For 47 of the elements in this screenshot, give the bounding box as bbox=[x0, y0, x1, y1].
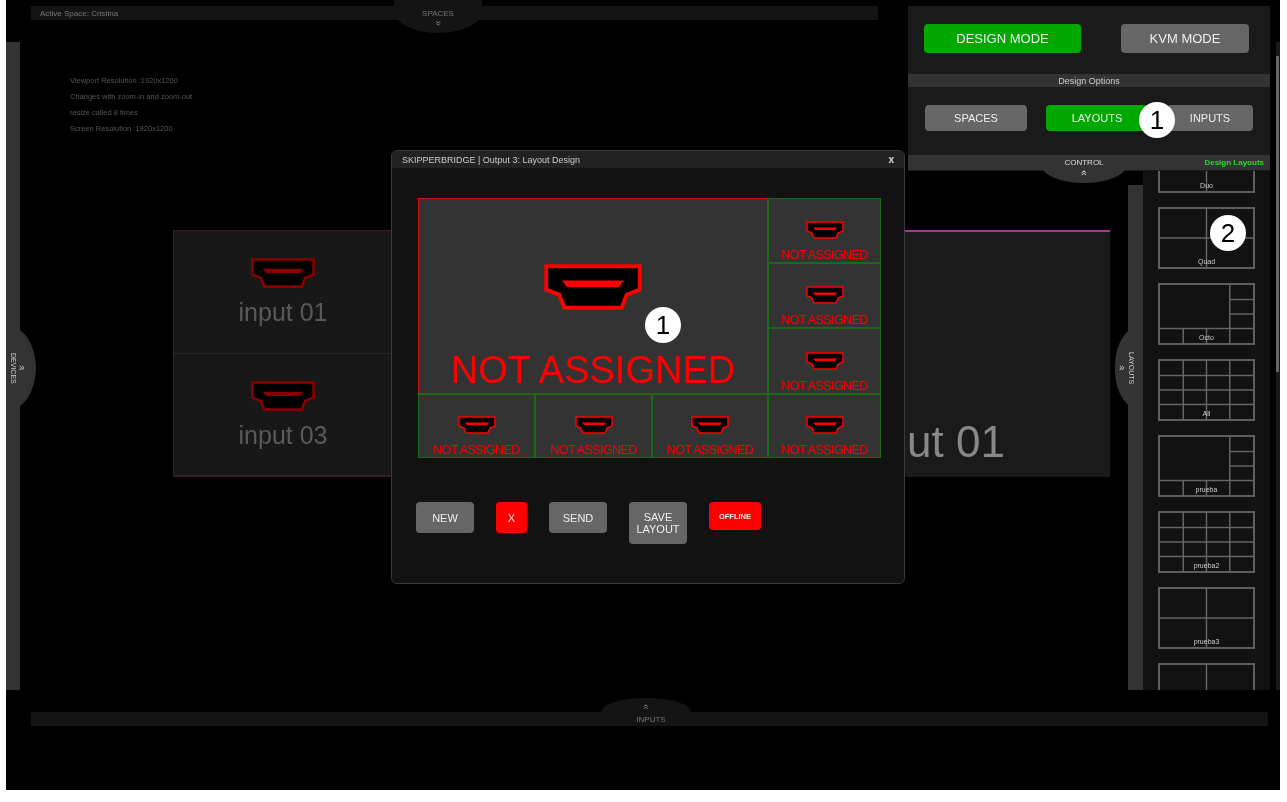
not-assigned-label: NOT ASSIGNED bbox=[781, 248, 868, 262]
not-assigned-label: NOT ASSIGNED bbox=[450, 349, 736, 392]
design-options-title: Design Options bbox=[1058, 75, 1120, 86]
hdmi-port-icon bbox=[804, 220, 845, 240]
dialog-button[interactable]: NEW bbox=[416, 502, 474, 533]
input-label: input 01 bbox=[238, 298, 328, 328]
layout-cell[interactable]: NOT ASSIGNED bbox=[652, 394, 768, 458]
spaces-tab[interactable]: SPACES » bbox=[394, 0, 482, 33]
not-assigned-label: NOT ASSIGNED bbox=[781, 313, 868, 327]
mode-button[interactable]: KVM MODE bbox=[1121, 24, 1249, 53]
input-label: ut 01 bbox=[907, 417, 1005, 467]
inputs-tab-label[interactable]: INPUTS bbox=[636, 714, 666, 724]
not-assigned-label: NOT ASSIGNED bbox=[666, 443, 754, 457]
layout-cell[interactable]: NOT ASSIGNED bbox=[768, 328, 881, 394]
layout-cell[interactable]: NOT ASSIGNED bbox=[418, 394, 535, 458]
not-assigned-label: NOT ASSIGNED bbox=[781, 379, 868, 393]
scrollbar-thumb[interactable] bbox=[1276, 56, 1279, 372]
active-space-label: Active Space: Cristina bbox=[40, 8, 119, 18]
callout-marker: 1 bbox=[1139, 102, 1175, 138]
design-option-button[interactable]: SPACES bbox=[925, 105, 1027, 131]
layout-cell[interactable]: NOT ASSIGNED bbox=[768, 263, 881, 328]
hdmi-port-icon bbox=[456, 415, 497, 435]
callout-marker: 1 bbox=[645, 307, 681, 343]
mode-button[interactable]: DESIGN MODE bbox=[924, 24, 1081, 53]
dialog-button[interactable]: SEND bbox=[549, 502, 607, 533]
dialog-button[interactable]: SAVE LAYOUT bbox=[629, 502, 687, 544]
not-assigned-label: NOT ASSIGNED bbox=[781, 443, 868, 457]
inputs-tab-handle[interactable]: » bbox=[601, 698, 691, 712]
hdmi-port-icon bbox=[804, 415, 845, 435]
scrollbar[interactable] bbox=[1276, 42, 1280, 690]
not-assigned-label: NOT ASSIGNED bbox=[433, 443, 520, 457]
layout-cell[interactable]: NOT ASSIGNED bbox=[768, 394, 881, 458]
layout-cell[interactable]: NOT ASSIGNED bbox=[768, 198, 881, 263]
callout-marker: 2 bbox=[1210, 215, 1246, 251]
dialog-title: SKIPPERBRIDGE | Output 3: Layout Design bbox=[402, 154, 580, 165]
section-label: Design Layouts bbox=[1204, 158, 1264, 167]
layout-cell[interactable]: NOT ASSIGNED bbox=[535, 394, 652, 458]
hdmi-port-icon bbox=[573, 415, 614, 435]
dialog-button[interactable]: X bbox=[496, 502, 527, 533]
close-button[interactable]: x bbox=[886, 154, 896, 165]
layout-cell[interactable]: NOT ASSIGNED 1 bbox=[418, 198, 768, 394]
not-assigned-label: NOT ASSIGNED bbox=[550, 443, 637, 457]
hdmi-port-icon bbox=[804, 351, 845, 371]
hdmi-port-icon bbox=[690, 415, 730, 435]
design-option-button[interactable]: INPUTS bbox=[1167, 105, 1253, 131]
input-label: input 03 bbox=[238, 420, 328, 450]
hdmi-port-icon bbox=[804, 285, 845, 305]
